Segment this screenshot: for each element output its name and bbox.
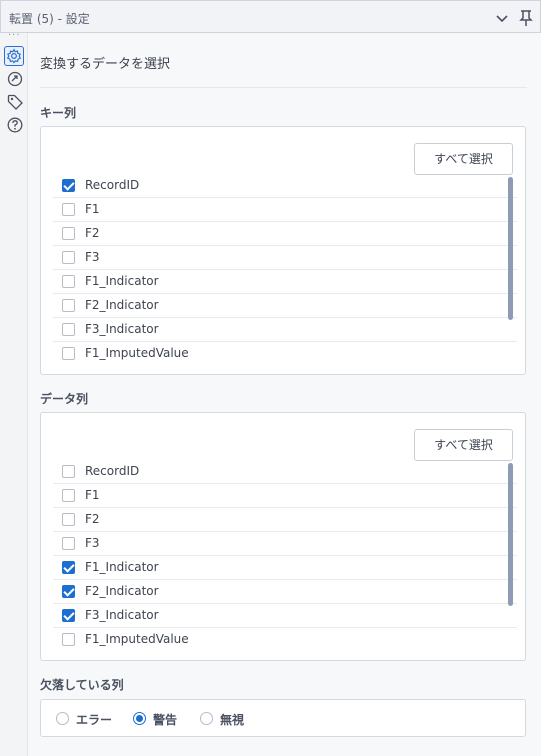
- list-item-label: F3_Indicator: [85, 608, 159, 622]
- list-item-label: F2_Indicator: [85, 584, 159, 598]
- list-item[interactable]: F2: [53, 508, 517, 532]
- list-item[interactable]: F2_Indicator: [53, 294, 517, 318]
- chevron-down-icon[interactable]: [494, 10, 510, 26]
- list-item-label: F2: [85, 512, 100, 526]
- list-item-label: F1_ImputedValue: [85, 346, 189, 360]
- list-item[interactable]: F2_Indicator: [53, 580, 517, 604]
- left-icon-bar: ···: [0, 30, 28, 756]
- checkbox[interactable]: [62, 323, 75, 336]
- settings-panel: 変換するデータを選択 キー列 すべて選択 RecordID F1 F2 F3 F1_In…: [28, 33, 541, 756]
- data-columns-label: データ列: [40, 392, 89, 406]
- list-item[interactable]: F1: [53, 198, 517, 222]
- list-item-label: F1_Indicator: [85, 560, 159, 574]
- list-item[interactable]: F3_Indicator: [53, 604, 517, 628]
- list-item-label: F1_Indicator: [85, 274, 159, 288]
- list-item[interactable]: RecordID: [53, 460, 517, 484]
- radio-label: エラー: [76, 713, 113, 727]
- list-item[interactable]: F1_ImputedValue: [53, 628, 517, 651]
- list-item[interactable]: F1: [53, 484, 517, 508]
- page-title: 変換するデータを選択: [40, 57, 171, 72]
- list-item[interactable]: F1_Indicator: [53, 556, 517, 580]
- title-bar: 転置 (5) - 設定: [0, 0, 541, 33]
- gear-icon[interactable]: [4, 46, 24, 66]
- list-item[interactable]: F1_ImputedValue: [53, 342, 517, 365]
- key-select-all-button[interactable]: すべて選択: [414, 143, 513, 175]
- list-item-label: F2: [85, 226, 100, 240]
- pin-icon[interactable]: [518, 9, 534, 27]
- data-columns-list: RecordID F1 F2 F3 F1_Indicator F2_Indicator F3…: [53, 460, 517, 651]
- checkbox[interactable]: [62, 633, 75, 646]
- key-columns-label: キー列: [40, 106, 77, 120]
- missing-columns-label: 欠落している列: [40, 678, 124, 692]
- checkbox[interactable]: [62, 227, 75, 240]
- checkbox[interactable]: [62, 251, 75, 264]
- list-item[interactable]: RecordID: [53, 174, 517, 198]
- radio-dot[interactable]: [56, 712, 69, 725]
- list-item-label: F1: [85, 488, 100, 502]
- checkbox[interactable]: [62, 585, 75, 598]
- radio-dot[interactable]: [200, 712, 213, 725]
- list-item-label: RecordID: [85, 178, 140, 192]
- scrollbar-thumb[interactable]: [508, 463, 513, 606]
- checkbox[interactable]: [62, 275, 75, 288]
- list-item[interactable]: F1_Indicator: [53, 270, 517, 294]
- list-item-label: F3: [85, 536, 100, 550]
- list-item-label: F3: [85, 250, 100, 264]
- list-item[interactable]: F2: [53, 222, 517, 246]
- checkbox[interactable]: [62, 489, 75, 502]
- checkbox[interactable]: [62, 465, 75, 478]
- list-item-label: F1: [85, 202, 100, 216]
- radio-label: 警告: [153, 713, 178, 727]
- connections-icon[interactable]: [6, 70, 24, 88]
- checkbox[interactable]: [62, 203, 75, 216]
- checkbox[interactable]: [62, 179, 75, 192]
- list-item-label: F2_Indicator: [85, 298, 159, 312]
- radio-label: 無視: [220, 713, 245, 727]
- radio-dot[interactable]: [133, 712, 146, 725]
- missing-columns-options: エラー 警告 無視: [40, 699, 526, 737]
- checkbox[interactable]: [62, 347, 75, 360]
- checkbox[interactable]: [62, 609, 75, 622]
- data-columns-panel: すべて選択 RecordID F1 F2 F3 F1_Indicator F2_Indic…: [40, 412, 526, 661]
- window-title: 転置 (5) - 設定: [9, 12, 90, 26]
- list-item-label: F1_ImputedValue: [85, 632, 189, 646]
- checkbox[interactable]: [62, 299, 75, 312]
- tag-icon[interactable]: [6, 93, 24, 111]
- checkbox[interactable]: [62, 513, 75, 526]
- data-select-all-button[interactable]: すべて選択: [414, 429, 513, 461]
- key-columns-list: RecordID F1 F2 F3 F1_Indicator F2_Indicator F3…: [53, 174, 517, 365]
- list-item-label: RecordID: [85, 464, 140, 478]
- scrollbar-thumb[interactable]: [508, 177, 513, 320]
- list-item-label: F3_Indicator: [85, 322, 159, 336]
- list-item[interactable]: F3: [53, 532, 517, 556]
- list-item[interactable]: F3_Indicator: [53, 318, 517, 342]
- more-dots[interactable]: ···: [8, 30, 21, 41]
- checkbox[interactable]: [62, 561, 75, 574]
- key-columns-panel: すべて選択 RecordID F1 F2 F3 F1_Indicator F2_Indic…: [40, 126, 526, 375]
- help-icon[interactable]: [6, 116, 24, 134]
- checkbox[interactable]: [62, 537, 75, 550]
- divider: [40, 87, 527, 88]
- list-item[interactable]: F3: [53, 246, 517, 270]
